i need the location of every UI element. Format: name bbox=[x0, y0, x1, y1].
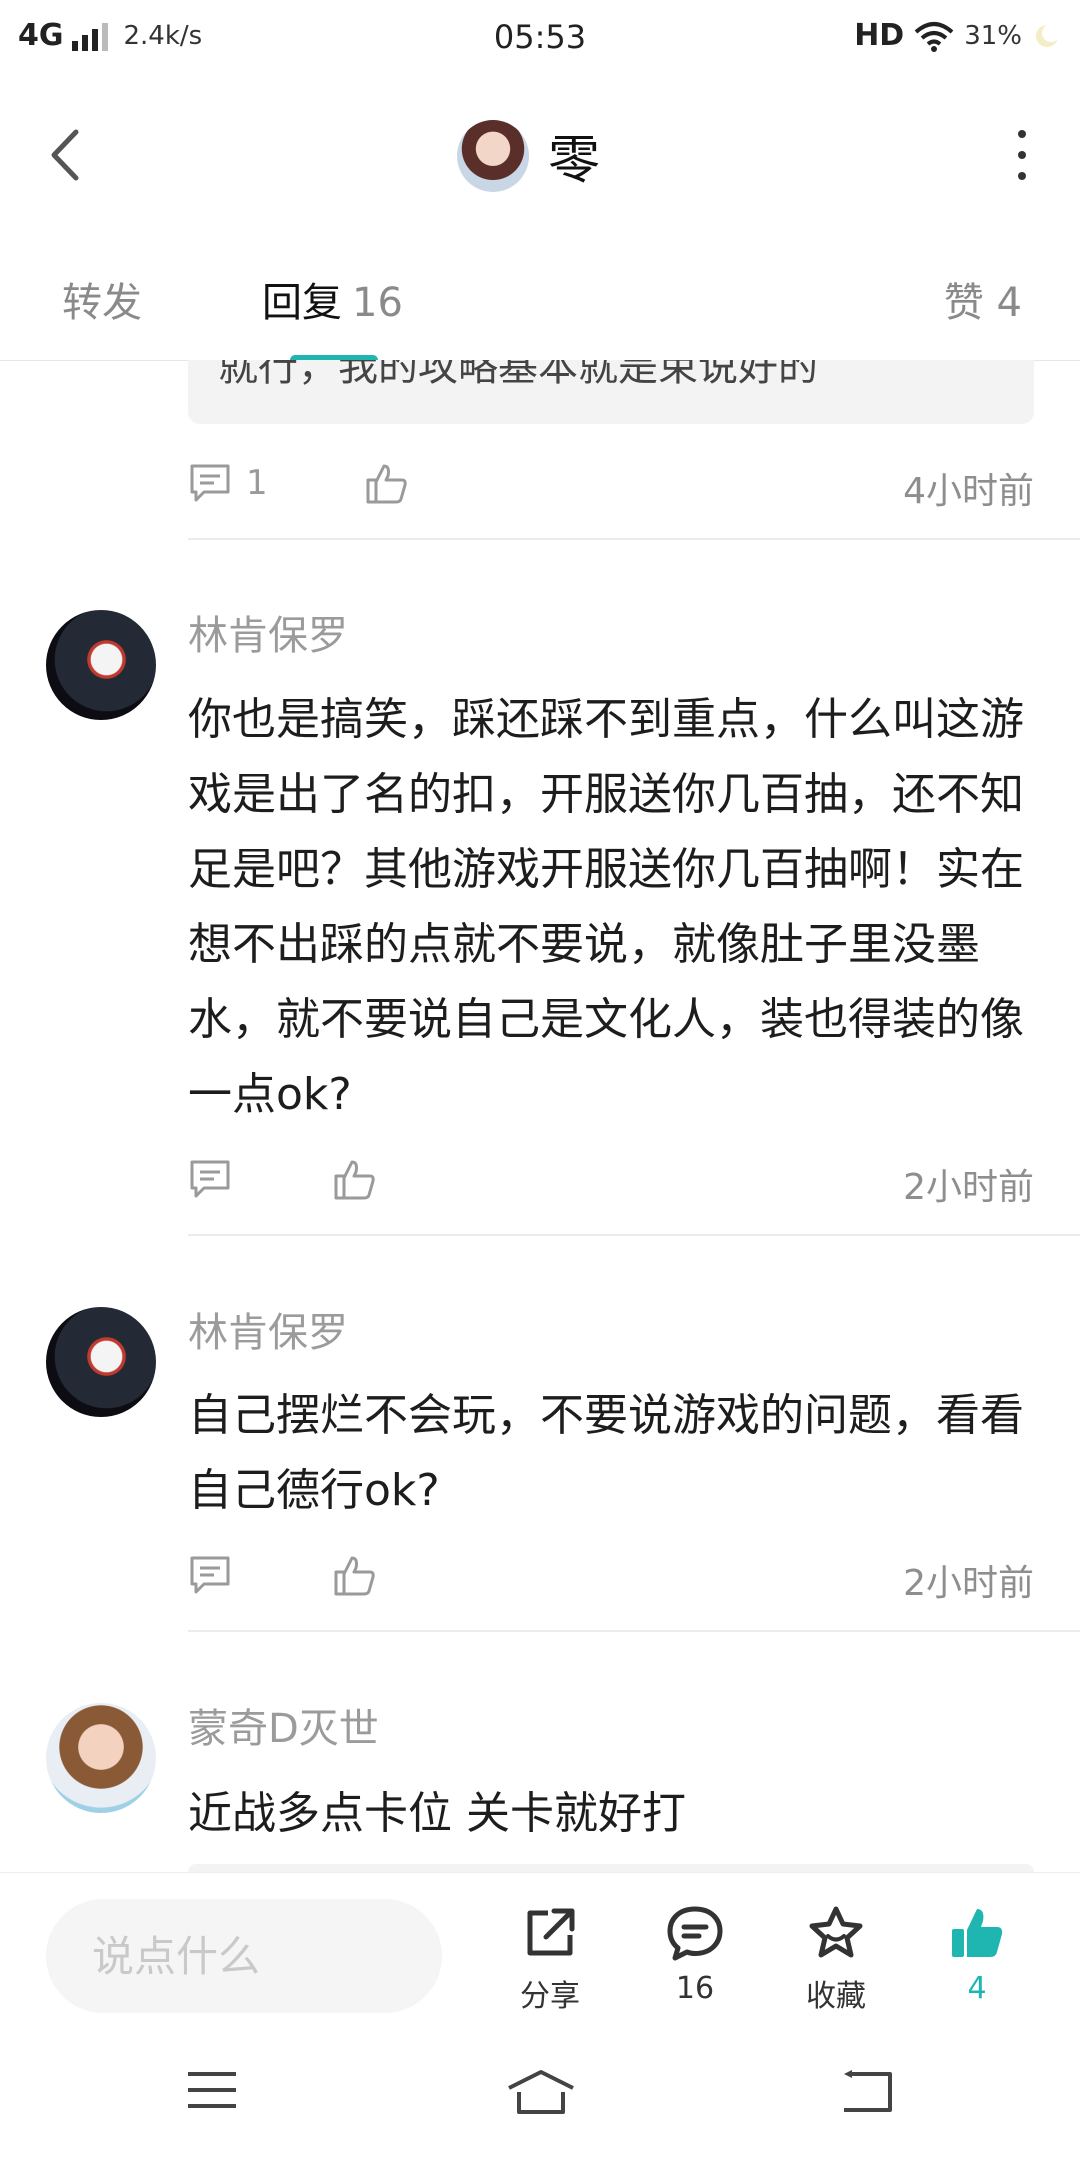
tab-like[interactable]: 赞 4 bbox=[944, 270, 1022, 328]
quote-card[interactable]: 就行，我的攻略基本就是束说好的 bbox=[188, 360, 1034, 424]
tab-reply[interactable]: 回复 16 bbox=[262, 270, 403, 328]
share-icon bbox=[527, 1908, 575, 1956]
battery-level: 31% bbox=[964, 20, 1022, 51]
quote-card bbox=[188, 1864, 1034, 1872]
reply-button[interactable] bbox=[188, 1158, 232, 1200]
comment-icon bbox=[190, 464, 230, 502]
tab-reply-label: 回复 bbox=[262, 280, 342, 326]
share-button[interactable]: 分享 bbox=[495, 1903, 605, 2015]
comment-input[interactable] bbox=[46, 1899, 442, 2013]
thumbs-up-filled-icon bbox=[952, 1909, 1003, 1957]
back-nav-button[interactable] bbox=[840, 2068, 896, 2120]
divider bbox=[188, 1234, 1080, 1236]
system-nav-bar bbox=[0, 2030, 1080, 2160]
username[interactable]: 蒙奇D灭世 bbox=[188, 1696, 379, 1754]
page-title[interactable]: 零 bbox=[548, 118, 600, 193]
bottom-action-bar: 分享 16 收藏 4 bbox=[0, 1872, 1080, 2031]
battery-icon bbox=[1036, 23, 1060, 47]
back-arrow-icon bbox=[844, 2070, 892, 2112]
reply-button[interactable]: 1 bbox=[188, 462, 268, 504]
like-button[interactable]: 4 bbox=[922, 1903, 1032, 2006]
thumbs-up-icon bbox=[366, 464, 407, 504]
timestamp: 2小时前 bbox=[903, 1563, 1034, 1604]
avatar[interactable] bbox=[46, 1307, 156, 1417]
comment-text: 自己摆烂不会玩，不要说游戏的问题，看看自己德行ok? bbox=[188, 1390, 1024, 1516]
dot bbox=[1018, 172, 1026, 180]
wifi-icon bbox=[914, 21, 954, 52]
comment-button[interactable]: 16 bbox=[640, 1903, 750, 2006]
thumbs-up-icon bbox=[334, 1160, 375, 1200]
header: 零 bbox=[0, 80, 1080, 230]
action-row: 2小时前 bbox=[188, 1548, 1034, 1608]
menu-icon bbox=[188, 2072, 236, 2108]
username[interactable]: 林肯保罗 bbox=[188, 1300, 348, 1358]
home-icon bbox=[508, 2070, 574, 2114]
comment-text: 近战多点卡位 关卡就好打 bbox=[188, 1788, 686, 1839]
back-button[interactable] bbox=[36, 120, 96, 190]
hd-indicator: HD bbox=[854, 18, 905, 53]
reply-list[interactable]: 就行，我的攻略基本就是束说好的 1 4小时前 林肯保罗 你也是搞笑，踩还踩不到重… bbox=[0, 360, 1080, 1872]
like-count: 4 bbox=[967, 1971, 987, 2006]
avatar[interactable] bbox=[46, 610, 156, 720]
avatar[interactable] bbox=[46, 1703, 156, 1813]
like-button[interactable] bbox=[364, 460, 410, 510]
menu-button[interactable] bbox=[186, 2068, 238, 2116]
comment-icon bbox=[190, 1160, 230, 1198]
reply-count: 1 bbox=[246, 463, 268, 503]
more-button[interactable] bbox=[1012, 130, 1032, 180]
home-button[interactable] bbox=[505, 2068, 577, 2120]
thumbs-up-icon bbox=[334, 1556, 375, 1596]
status-bar: 4G 2.4k/s 05:53 HD 31% bbox=[0, 0, 1080, 80]
dot bbox=[1018, 151, 1026, 159]
tab-bar: 转发 回复 16 赞 4 bbox=[0, 250, 1080, 361]
chevron-left-icon bbox=[51, 129, 79, 181]
comment-icon bbox=[190, 1556, 230, 1594]
share-label: 分享 bbox=[520, 1979, 580, 2014]
action-row: 1 4小时前 bbox=[188, 456, 1034, 516]
tab-forward[interactable]: 转发 bbox=[62, 270, 142, 328]
star-icon bbox=[809, 1906, 863, 1958]
timestamp: 4小时前 bbox=[903, 471, 1034, 512]
more-vertical-icon bbox=[1018, 130, 1026, 138]
favorite-label: 收藏 bbox=[806, 1979, 866, 2014]
divider bbox=[188, 538, 1080, 540]
avatar[interactable] bbox=[457, 120, 529, 192]
comment-count: 16 bbox=[675, 1971, 715, 2006]
comment-text: 你也是搞笑，踩还踩不到重点，什么叫这游戏是出了名的扣，开服送你几百抽，还不知足是… bbox=[188, 694, 1024, 1120]
reply-button[interactable] bbox=[188, 1554, 232, 1596]
tab-reply-count: 16 bbox=[352, 280, 403, 326]
chat-bubble-icon bbox=[667, 1906, 723, 1961]
favorite-button[interactable]: 收藏 bbox=[781, 1903, 891, 2015]
like-button[interactable] bbox=[332, 1156, 378, 1206]
divider bbox=[188, 1630, 1080, 1632]
action-row: 2小时前 bbox=[188, 1152, 1034, 1212]
status-right: HD 31% bbox=[854, 18, 1062, 53]
timestamp: 2小时前 bbox=[903, 1167, 1034, 1208]
like-button[interactable] bbox=[332, 1552, 378, 1602]
username[interactable]: 林肯保罗 bbox=[188, 603, 348, 661]
quote-text: 就行，我的攻略基本就是束说好的 bbox=[218, 360, 818, 390]
